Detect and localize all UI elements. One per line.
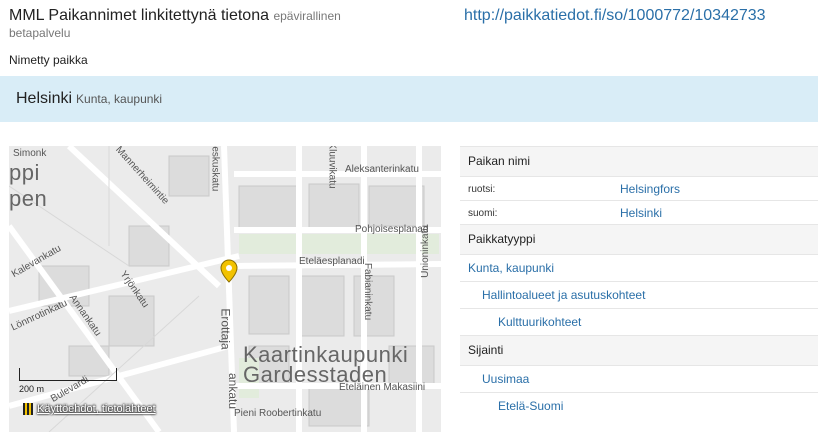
service-suffix: linkitettynä tietona: [140, 7, 269, 24]
map-label-erottaja: Erottaja: [218, 308, 233, 350]
type-link[interactable]: Hallintoalueet ja asutuskohteet: [482, 288, 645, 302]
location-header: Sijainti: [468, 343, 504, 357]
map-label-unioninkatu: Unioninkatu: [419, 225, 431, 278]
map-credits-label: Käyttöehdot, tietolähteet: [37, 403, 156, 415]
names-header: Paikan nimi: [468, 154, 531, 168]
names-header-row: Paikan nimi: [460, 146, 818, 176]
place-banner: Helsinki Kunta, kaupunki: [0, 76, 818, 122]
map-view[interactable]: Simonk ppi pen Mannerheimintie Keskuskat…: [9, 146, 441, 432]
name-row: suomi: Helsinki: [460, 200, 818, 224]
map-logo-icon: [23, 403, 33, 416]
type-row: Kulttuurikohteet: [460, 308, 818, 335]
location-header-row: Sijainti: [460, 335, 818, 365]
map-label-pippi: ppi: [9, 160, 40, 185]
place-details-table: Paikan nimi ruotsi: Helsingfors suomi: H…: [460, 146, 818, 419]
types-header: Paikkatyyppi: [468, 232, 536, 246]
map-label-simonkatu: Simonk: [13, 148, 47, 159]
status-note: epävirallinen: [273, 9, 341, 23]
entity-kind: Nimetty paikka: [9, 53, 88, 67]
location-link[interactable]: Etelä-Suomi: [498, 399, 563, 413]
type-row: Hallintoalueet ja asutuskohteet: [460, 281, 818, 308]
map-label-fabianinkatu: Fabianinkatu: [362, 262, 374, 321]
types-header-row: Paikkatyyppi: [460, 224, 818, 254]
map-label-pohjoisesplanadi: Pohjoisesplanad: [355, 224, 429, 235]
map-scale-label: 200 m: [19, 384, 45, 394]
type-link[interactable]: Kunta, kaupunki: [468, 261, 554, 275]
beta-note: betapalvelu: [9, 26, 71, 40]
page-header-title: MML Paikannimet linkitettynä tietona epä…: [9, 6, 429, 40]
type-row: Kunta, kaupunki: [460, 254, 818, 281]
name-value-link[interactable]: Helsingfors: [620, 182, 680, 196]
map-label-aleksanterinkatu: Aleksanterinkatu: [345, 164, 419, 175]
place-type: Kunta, kaupunki: [76, 92, 163, 106]
map-label-kluuvikatu: Kluuvikatu: [326, 146, 338, 189]
type-link[interactable]: Kulttuurikohteet: [498, 315, 581, 329]
location-row: Uusimaa: [460, 365, 818, 392]
map-label-etelainen-makasiini: Eteläinen Makasiini: [339, 382, 426, 393]
service-name: MML Paikannimet: [9, 7, 137, 24]
name-value-link[interactable]: Helsinki: [620, 206, 662, 220]
map-scale-bar: [19, 368, 117, 381]
map-label-keskuskatu: Keskuskatu: [209, 146, 221, 192]
place-name: Helsinki: [16, 90, 73, 107]
map-credits-link[interactable]: Käyttöehdot, tietolähteet: [23, 403, 156, 416]
name-language: ruotsi:: [468, 184, 496, 195]
name-language: suomi:: [468, 208, 498, 219]
map-label-pieni-roobertinkatu: Pieni Roobertinkatu: [234, 408, 322, 419]
map-label-pen: pen: [9, 186, 48, 211]
location-link[interactable]: Uusimaa: [482, 372, 529, 386]
name-row: ruotsi: Helsingfors: [460, 176, 818, 200]
map-label-etelaesplanadi: Eteläesplanadi: [299, 256, 365, 267]
location-row: Etelä-Suomi: [460, 392, 818, 419]
resource-uri-link[interactable]: http://paikkatiedot.fi/so/1000772/103427…: [464, 7, 766, 25]
map-label-ankatu: ankatu: [226, 372, 241, 410]
place-title: Helsinki Kunta, kaupunki: [16, 90, 162, 108]
